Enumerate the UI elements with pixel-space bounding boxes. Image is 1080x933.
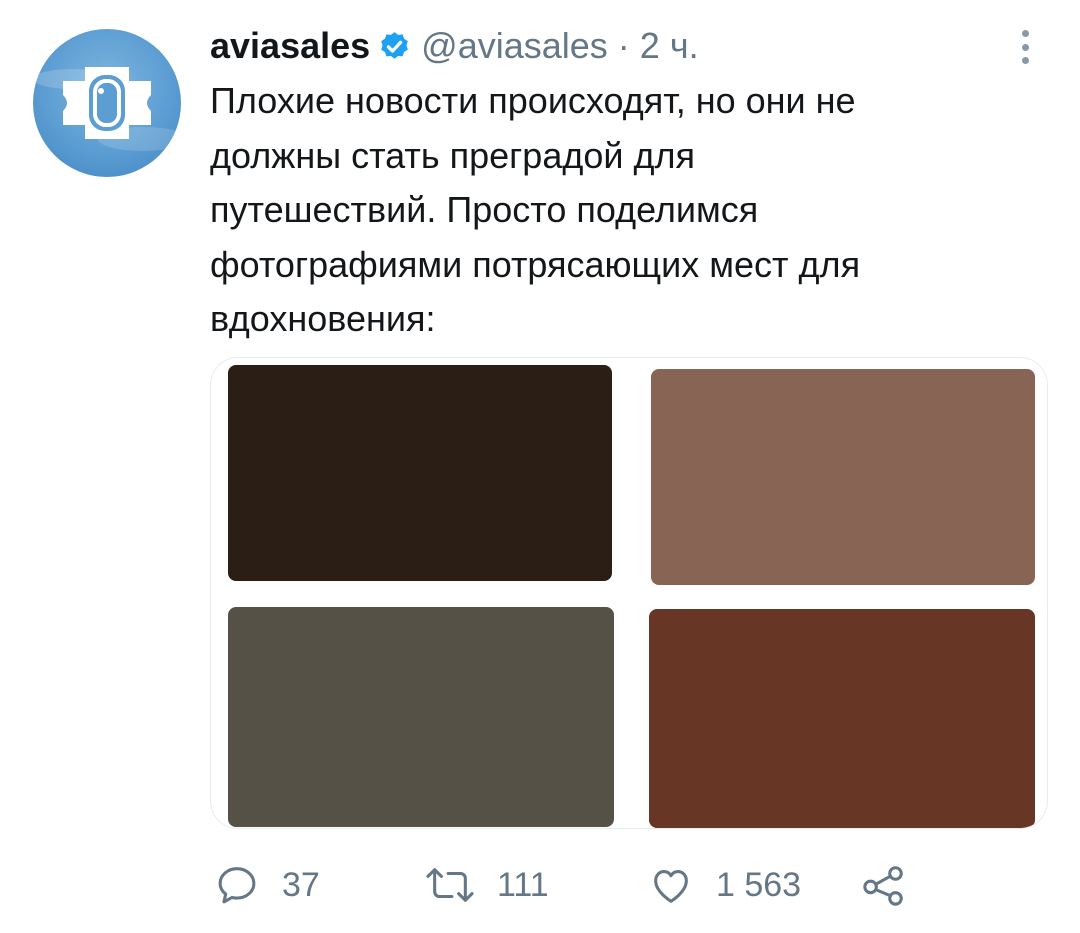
retweet-icon — [426, 868, 474, 902]
display-name[interactable]: aviasales — [210, 25, 370, 67]
reply-button[interactable]: 37 — [214, 857, 320, 913]
reply-icon — [218, 867, 256, 904]
photo-2[interactable] — [651, 369, 1035, 585]
like-count: 1 563 — [716, 865, 802, 904]
tweet-header: aviasales @aviasales · 2 ч. — [210, 22, 699, 70]
handle[interactable]: @aviasales — [421, 25, 608, 67]
avatar[interactable] — [33, 29, 181, 177]
share-icon — [863, 866, 903, 906]
more-dot — [1021, 30, 1029, 37]
share-button[interactable] — [860, 857, 908, 913]
retweet-button[interactable]: 111 — [425, 857, 549, 913]
more-dot — [1021, 57, 1029, 64]
like-button[interactable]: 1 563 — [648, 857, 801, 913]
verified-badge-icon — [381, 31, 408, 59]
separator: · — [617, 25, 630, 66]
timestamp[interactable]: 2 ч. — [640, 25, 699, 67]
retweet-count: 111 — [497, 865, 549, 904]
reply-count: 37 — [282, 865, 320, 904]
tweet-text: Плохие новости происходят, но они не дол… — [210, 80, 861, 339]
more-dot — [1021, 43, 1029, 51]
airplane-window-logo-icon — [33, 67, 181, 151]
photo-4[interactable] — [649, 609, 1035, 828]
more-vertical-icon[interactable] — [1008, 26, 1042, 68]
tweet-actions: 37 111 1 563 — [210, 857, 930, 917]
photo-1[interactable] — [228, 365, 612, 581]
photo-3[interactable] — [228, 607, 614, 827]
heart-icon — [654, 870, 688, 903]
media-grid — [210, 357, 1048, 829]
